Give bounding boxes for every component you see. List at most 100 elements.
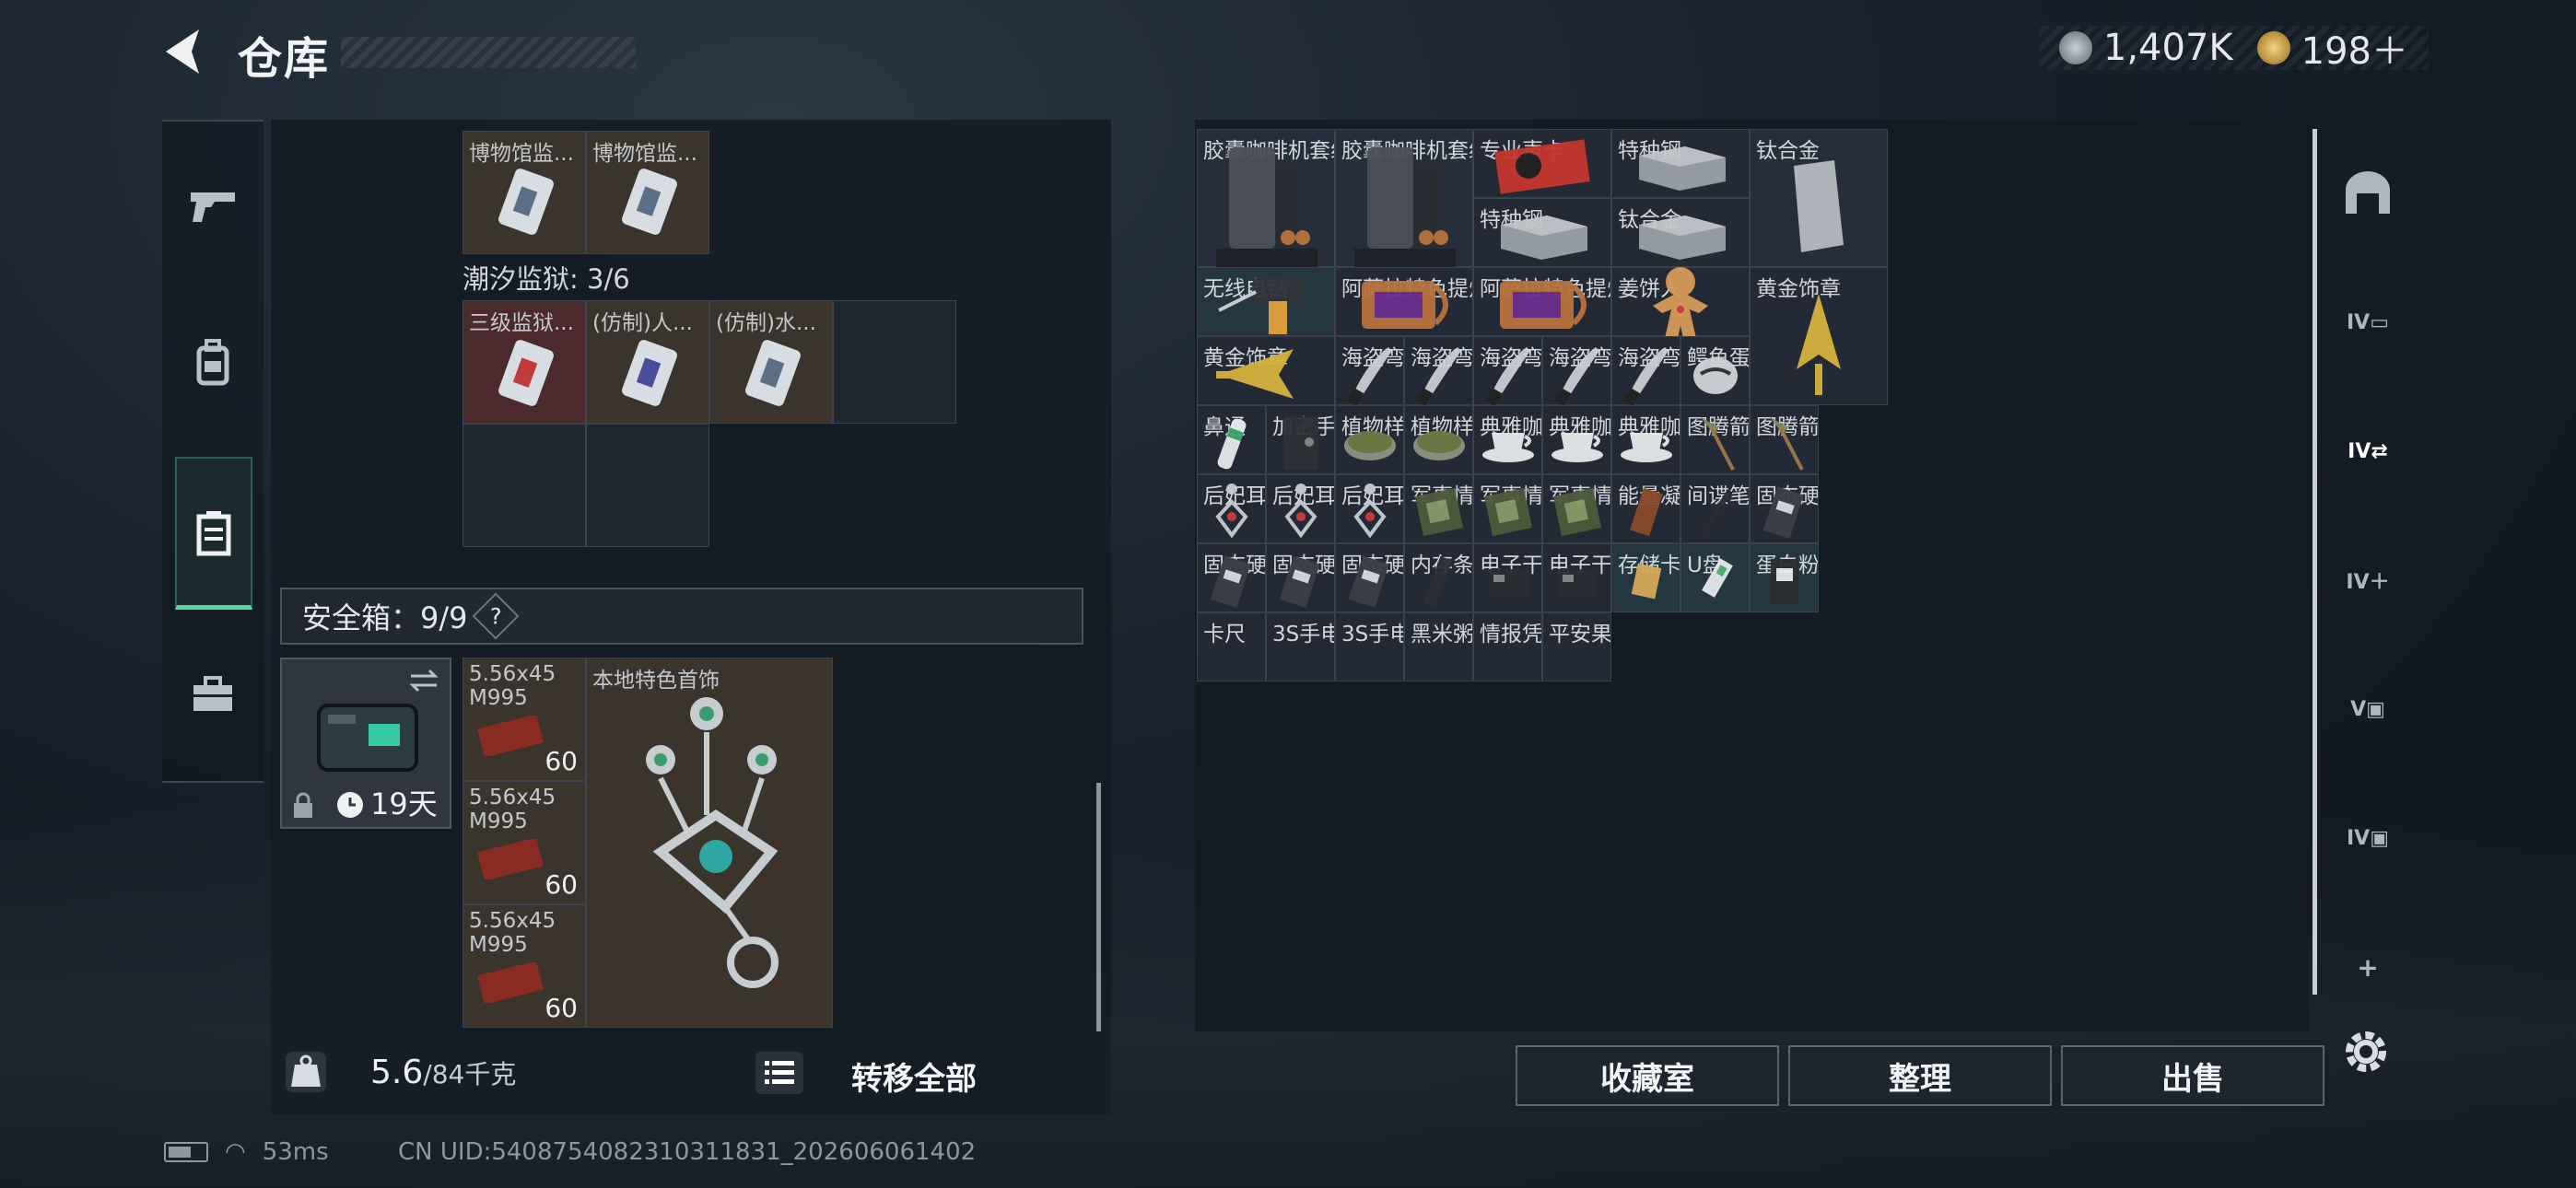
- stash-item-cell[interactable]: 植物样本: [1335, 405, 1404, 474]
- stash-item-cell[interactable]: 电子干扰器: [1473, 543, 1542, 612]
- stash-item-cell[interactable]: 植物样本: [1404, 405, 1473, 474]
- stash-item-cell[interactable]: 黄金饰章: [1197, 336, 1335, 405]
- toolbox-icon[interactable]: [176, 658, 250, 731]
- list-icon: [765, 1061, 794, 1084]
- stash-item-cell[interactable]: 后妃耳环: [1335, 474, 1404, 543]
- help-icon[interactable]: ?: [472, 592, 519, 640]
- stash-item-cell[interactable]: 3S手电: [1266, 612, 1335, 681]
- stash-item-cell[interactable]: 典雅咖啡杯: [1542, 405, 1611, 474]
- stash-item-cell[interactable]: 内存条: [1404, 543, 1473, 612]
- stash-item-cell[interactable]: 阿萨拉特色提灯: [1335, 267, 1473, 336]
- stash-item-cell[interactable]: 加密手记: [1266, 405, 1335, 474]
- stash-item-cell[interactable]: 军事情报: [1473, 474, 1542, 543]
- item-cell[interactable]: 博物馆监...: [463, 131, 586, 254]
- currency-gold[interactable]: 198＋: [2256, 21, 2408, 75]
- stash-item-cell[interactable]: 鼻通: [1197, 405, 1266, 474]
- empty-slot[interactable]: [833, 300, 956, 424]
- sort-button[interactable]: 整理: [1788, 1045, 2052, 1106]
- stash-item-cell[interactable]: 姜饼人: [1611, 267, 1750, 344]
- ping-value: 53ms: [262, 1138, 329, 1166]
- stash-v-icon[interactable]: V▣: [2340, 681, 2395, 737]
- ammo-cell[interactable]: 5.56x45 M995 60: [463, 904, 586, 1028]
- item-cell[interactable]: (仿制)人...: [586, 300, 709, 424]
- item-label: (仿制)水...: [716, 311, 816, 335]
- stash-item-cell[interactable]: 胶囊咖啡机套组: [1197, 129, 1335, 267]
- keycard-icon: [498, 169, 554, 235]
- jewelry-cell[interactable]: 本地特色首饰: [586, 658, 833, 1028]
- stash-item-cell[interactable]: 间谍笔: [1680, 474, 1750, 543]
- transfer-all-button[interactable]: 转移全部: [851, 1054, 977, 1099]
- vault-icon[interactable]: [2340, 166, 2395, 221]
- stash-item-cell[interactable]: 3S手电: [1335, 612, 1404, 681]
- dish-icon: [1410, 420, 1469, 470]
- stash-item-cell[interactable]: 海盗弯刀: [1404, 336, 1473, 407]
- stash-item-cell[interactable]: 海盗弯刀: [1611, 336, 1680, 407]
- stash-item-cell[interactable]: 特种钢: [1611, 129, 1750, 198]
- left-scrollbar[interactable]: [1096, 783, 1101, 1031]
- stash-iv-folder-icon[interactable]: IV▭: [2340, 295, 2395, 350]
- stash-item-cell[interactable]: 固态硬盘: [1335, 543, 1404, 612]
- stash-item-cell[interactable]: 图腾箭矢: [1750, 405, 1819, 474]
- sell-button[interactable]: 出售: [2061, 1045, 2324, 1106]
- pistol-icon[interactable]: [176, 169, 250, 243]
- stash-item-cell[interactable]: 鳄鱼蛋: [1680, 336, 1750, 405]
- stash-item-cell[interactable]: 无线电钻: [1197, 267, 1335, 336]
- stash-item-cell[interactable]: 海盗弯刀: [1473, 336, 1542, 407]
- ammo-cell[interactable]: 5.56x45 M995 60: [463, 658, 586, 781]
- backpack-icon[interactable]: [176, 326, 250, 400]
- currency-bar: 1,407K 198＋: [2038, 26, 2429, 73]
- stash-item-cell[interactable]: 电子干扰器: [1542, 543, 1611, 612]
- stash-item-cell[interactable]: 典雅咖啡杯: [1473, 405, 1542, 474]
- gear-icon[interactable]: [2336, 1022, 2395, 1081]
- ammo-cell[interactable]: 5.56x45 M995 60: [463, 781, 586, 904]
- ssd-icon: [1275, 553, 1327, 612]
- stash-item-cell[interactable]: 能量凝胶: [1611, 474, 1680, 543]
- stash-item-cell[interactable]: 钛合金: [1611, 198, 1750, 267]
- stash-item-cell[interactable]: 固态硬盘: [1266, 543, 1335, 612]
- stash-item-cell[interactable]: 胶囊咖啡机套组: [1335, 129, 1473, 267]
- stash-item-cell[interactable]: 海盗弯刀: [1542, 336, 1611, 407]
- coffee-icon: [1349, 129, 1459, 289]
- cup-icon: [1617, 420, 1676, 470]
- stash-item-cell[interactable]: 特种钢: [1473, 198, 1611, 267]
- stash-iv-upgrade-icon[interactable]: IV▣: [2340, 810, 2395, 866]
- item-cell[interactable]: 博物馆监...: [586, 131, 709, 254]
- stash-item-cell[interactable]: 钛合金: [1750, 129, 1888, 267]
- stash-item-cell[interactable]: 情报凭证: [1473, 612, 1542, 681]
- stash-item-cell[interactable]: 军事情报: [1542, 474, 1611, 543]
- stash-item-cell[interactable]: 典雅咖啡杯: [1611, 405, 1680, 474]
- safe-box-slot[interactable]: 19天: [280, 658, 451, 829]
- stash-item-cell[interactable]: 黑米粥: [1404, 612, 1473, 681]
- stash-item-cell[interactable]: 蛋白粉包: [1750, 543, 1819, 612]
- item-cell[interactable]: (仿制)水...: [709, 300, 833, 424]
- empty-slot[interactable]: [463, 424, 586, 547]
- stash-iv-transfer-icon[interactable]: IV⇄: [2340, 424, 2395, 479]
- stash-item-cell[interactable]: 平安果: [1542, 612, 1611, 681]
- empty-slot[interactable]: [586, 424, 709, 547]
- stash-item-cell[interactable]: 阿萨拉特色提灯: [1473, 267, 1611, 336]
- stash-item-cell[interactable]: 存储卡: [1611, 543, 1680, 612]
- stash-item-cell[interactable]: 固态硬盘: [1750, 474, 1819, 543]
- collection-button[interactable]: 收藏室: [1516, 1045, 1779, 1106]
- currency-silver[interactable]: 1,407K: [2058, 27, 2233, 69]
- stash-item-cell[interactable]: 后妃耳环: [1266, 474, 1335, 543]
- container-icon[interactable]: [175, 457, 252, 610]
- stash-item-cell[interactable]: 卡尺: [1197, 612, 1266, 681]
- steel-icon: [1630, 208, 1731, 267]
- stash-item-cell[interactable]: 图腾箭矢: [1680, 405, 1750, 474]
- stash-item-cell[interactable]: 专业声卡: [1473, 129, 1611, 198]
- stash-item-cell[interactable]: 黄金饰章: [1750, 267, 1888, 405]
- add-stash-icon[interactable]: +: [2340, 939, 2395, 995]
- stash-item-cell[interactable]: 后妃耳环: [1197, 474, 1266, 543]
- back-arrow-icon[interactable]: [158, 24, 214, 79]
- item-cell[interactable]: 三级监狱...: [463, 300, 586, 424]
- right-scrollbar[interactable]: [2313, 129, 2317, 995]
- stash-iv-add-icon[interactable]: IV＋: [2340, 553, 2395, 608]
- stash-item-cell[interactable]: 固态硬盘: [1197, 543, 1266, 612]
- stash-item-cell[interactable]: 海盗弯刀: [1335, 336, 1404, 407]
- stash-item-cell[interactable]: U盘: [1680, 543, 1750, 612]
- lantern-icon: [1349, 268, 1459, 345]
- stash-item-cell[interactable]: 军事情报: [1404, 474, 1473, 543]
- list-view-button[interactable]: [755, 1052, 803, 1094]
- swap-icon[interactable]: [407, 667, 440, 694]
